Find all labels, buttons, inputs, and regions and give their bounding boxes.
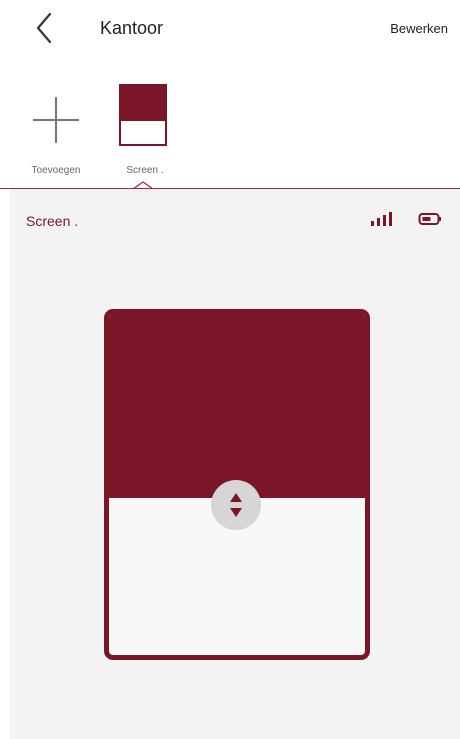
add-device-button[interactable]: Toevoegen bbox=[22, 75, 90, 185]
edit-button[interactable]: Bewerken bbox=[390, 21, 448, 36]
thumb-fill bbox=[121, 86, 165, 121]
shade-position-handle[interactable] bbox=[211, 480, 261, 530]
header: Kantoor Bewerken bbox=[0, 0, 460, 60]
up-down-arrows-icon bbox=[230, 493, 242, 517]
device-panel: Screen . bbox=[10, 189, 460, 739]
signal-bars-icon bbox=[371, 212, 392, 226]
device-strip: Toevoegen Screen . bbox=[0, 75, 460, 188]
chevron-left-icon bbox=[36, 12, 52, 44]
shade-fill bbox=[109, 314, 365, 499]
add-device-label: Toevoegen bbox=[31, 165, 81, 176]
device-tile-screen[interactable]: Screen . bbox=[110, 75, 180, 185]
screen-shade-icon bbox=[119, 84, 167, 146]
panel-title: Screen . bbox=[26, 213, 79, 229]
battery-icon bbox=[418, 213, 441, 225]
page-title: Kantoor bbox=[100, 18, 164, 38]
back-button[interactable] bbox=[30, 10, 62, 46]
device-label-screen: Screen . bbox=[126, 165, 164, 176]
plus-icon bbox=[33, 97, 79, 143]
